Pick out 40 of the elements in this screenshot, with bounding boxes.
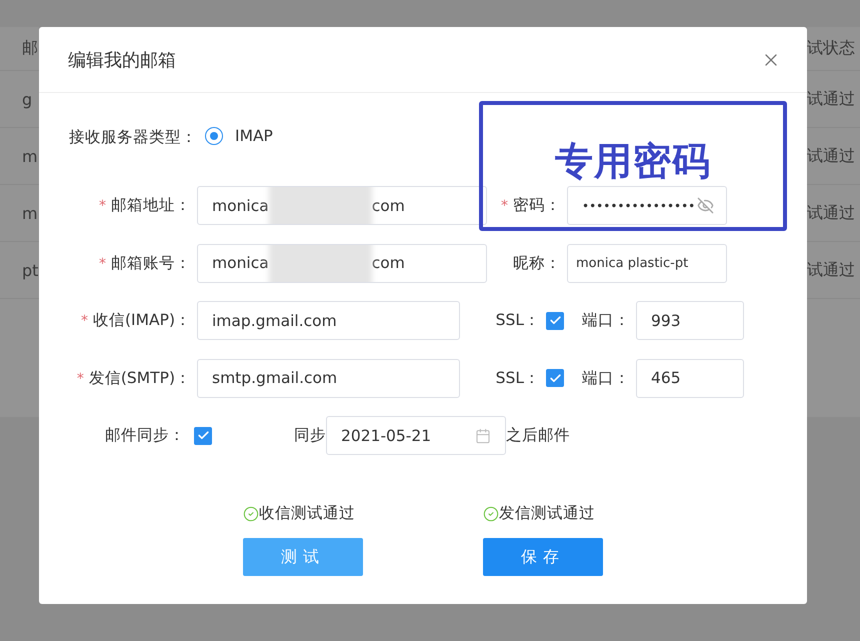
table-cell: 试通过 [807,242,860,299]
field-label: SSL： [494,310,541,332]
field-label: SSL： [494,368,541,389]
text-field[interactable]: monica com [197,244,487,283]
test-status: 发信测试通过 [483,503,595,524]
checkbox[interactable] [546,312,564,330]
checkbox[interactable] [194,426,212,445]
field-label: 端口： [581,310,631,332]
password-field[interactable]: •••••••••••••••• [567,186,727,226]
table-cell: 试通过 [807,185,860,242]
port-field[interactable]: 465 [636,358,744,398]
check-icon [548,372,562,385]
column-header: 试状态 [807,27,860,71]
nickname-field[interactable]: monica plastic-pt [567,244,727,283]
table-cell: 试通过 [807,71,860,128]
field-label: * 邮箱账号： [98,252,192,274]
field-label: * 邮箱地址： [98,195,192,216]
text-field[interactable]: monica com [197,186,487,226]
date-field[interactable]: 2021-05-21 [326,416,506,456]
field-label: 昵称： [512,252,562,274]
dialog-title: 编辑我的邮箱 [68,48,176,72]
port-field[interactable]: 993 [636,301,744,340]
checkbox[interactable] [546,369,564,388]
field-label: * 密码： [500,195,562,216]
test-status: 收信测试通过 [243,503,355,524]
annotation-text: 专用密码 [555,138,711,185]
radio-button[interactable] [205,127,223,145]
field-label: 邮件同步： [104,425,186,446]
radio-label: IMAP [235,127,273,145]
calendar-icon [475,428,491,444]
field-label: 端口： [581,368,631,389]
field-label: * 收信(IMAP)： [80,310,192,332]
sync-label: 同步 [294,425,326,446]
eye-off-icon[interactable] [697,197,714,214]
host-field[interactable]: smtp.gmail.com [197,358,460,398]
sync-label: 之后邮件 [506,425,570,446]
host-field[interactable]: imap.gmail.com [197,301,460,340]
table-cell: 试通过 [807,128,860,185]
field-label: 接收服务器类型： [68,127,197,148]
field-label: * 发信(SMTP)： [76,368,192,389]
